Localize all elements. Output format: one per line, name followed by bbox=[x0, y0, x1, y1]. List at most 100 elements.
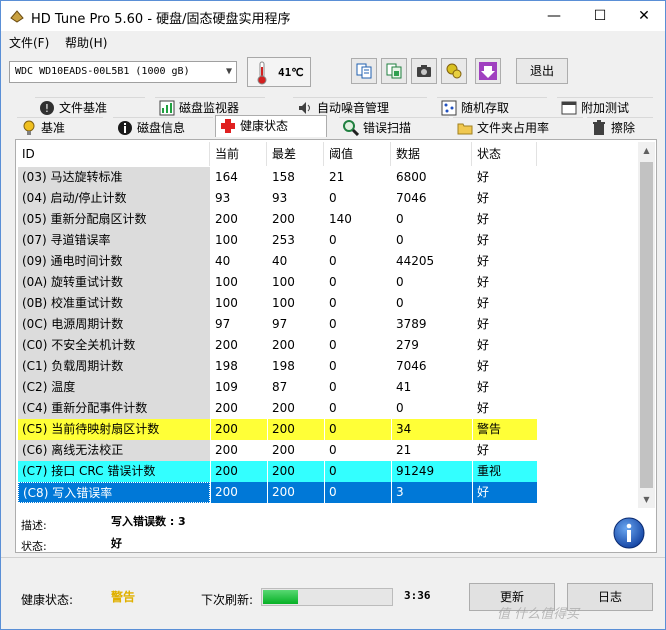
table-row[interactable]: (C0) 不安全关机计数 200 200 0 279 好 bbox=[18, 335, 538, 356]
cell-current: 164 bbox=[215, 170, 238, 184]
drive-select[interactable]: WDC WD10EADS-00L5B1 (1000 gB) ▼ bbox=[9, 61, 237, 83]
next-refresh-label: 下次刷新: bbox=[201, 593, 254, 607]
scroll-down-icon[interactable]: ▼ bbox=[638, 491, 655, 508]
log-button[interactable]: 日志 bbox=[567, 583, 653, 611]
cell-current: 200 bbox=[211, 461, 267, 482]
header-data[interactable]: 数据 bbox=[392, 142, 472, 166]
menu-help[interactable]: 帮助(H) bbox=[65, 34, 107, 51]
table-row[interactable]: (03) 马达旋转标准 164 158 21 6800 好 bbox=[18, 167, 538, 188]
refresh-progress-bar bbox=[261, 588, 393, 606]
app-window: HD Tune Pro 5.60 - 硬盘/固态硬盘实用程序 — ☐ ✕ 文件(… bbox=[0, 0, 666, 630]
cell-id: (C6) 离线无法校正 bbox=[18, 440, 210, 461]
scroll-up-icon[interactable]: ▲ bbox=[638, 142, 655, 159]
refresh-progress-fill bbox=[263, 590, 298, 604]
tab-file-benchmark[interactable]: ! 文件基准 bbox=[35, 97, 145, 117]
tab-folder-usage[interactable]: 文件夹占用率 bbox=[453, 117, 583, 137]
tab-erase[interactable]: 擦除 bbox=[587, 117, 653, 137]
options-button[interactable] bbox=[441, 58, 467, 84]
info-icon[interactable] bbox=[613, 517, 645, 549]
cell-current: 100 bbox=[215, 233, 238, 247]
cell-id: (04) 启动/停止计数 bbox=[18, 188, 210, 209]
cell-status: 好 bbox=[477, 380, 490, 394]
cell-worst: 200 bbox=[268, 461, 324, 482]
table-row[interactable]: (05) 重新分配扇区计数 200 200 140 0 好 bbox=[18, 209, 538, 230]
smart-table[interactable]: ID 当前 最差 阈值 数据 状态 (03) 马达旋转标准 164 158 21 680… bbox=[18, 142, 638, 508]
table-row[interactable]: (0B) 校准重试计数 100 100 0 0 好 bbox=[18, 293, 538, 314]
cell-data: 91249 bbox=[392, 461, 472, 482]
minimize-button[interactable]: — bbox=[531, 1, 577, 31]
cell-data: 0 bbox=[396, 401, 404, 415]
temperature-display: 41℃ bbox=[247, 57, 311, 87]
cell-worst: 200 bbox=[272, 401, 295, 415]
header-status[interactable]: 状态 bbox=[473, 142, 537, 166]
table-row[interactable]: (04) 启动/停止计数 93 93 0 7046 好 bbox=[18, 188, 538, 209]
header-threshold[interactable]: 阈值 bbox=[325, 142, 391, 166]
tab-error-scan[interactable]: 错误扫描 bbox=[339, 117, 449, 137]
menu-file[interactable]: 文件(F) bbox=[9, 34, 49, 51]
tab-label: 文件夹占用率 bbox=[477, 121, 550, 135]
cell-threshold: 0 bbox=[329, 275, 337, 289]
maximize-button[interactable]: ☐ bbox=[577, 1, 623, 31]
scroll-thumb[interactable] bbox=[640, 162, 653, 488]
table-row[interactable]: (C5) 当前待映射扇区计数 200 200 0 34 警告 bbox=[18, 419, 538, 440]
tab-benchmark[interactable]: 基准 bbox=[17, 117, 103, 137]
copy-image-button[interactable] bbox=[381, 58, 407, 84]
header-id[interactable]: ID bbox=[18, 142, 210, 166]
cell-worst: 97 bbox=[272, 317, 288, 331]
copy-text-button[interactable] bbox=[351, 58, 377, 84]
screenshot-button[interactable] bbox=[411, 58, 437, 84]
tab-noise-management[interactable]: 自动噪音管理 bbox=[293, 97, 427, 117]
cell-id: (C7) 接口 CRC 错误计数 bbox=[18, 461, 210, 482]
table-row[interactable]: (C8) 写入错误率 200 200 0 3 好 bbox=[18, 482, 538, 503]
cell-data: 0 bbox=[396, 212, 404, 226]
chevron-down-icon: ▼ bbox=[225, 66, 232, 77]
cell-worst: 198 bbox=[272, 359, 295, 373]
tab-extra-tests[interactable]: 附加测试 bbox=[557, 97, 653, 117]
cell-current: 40 bbox=[215, 254, 231, 268]
cell-worst: 158 bbox=[272, 170, 295, 184]
table-row[interactable]: (09) 通电时间计数 40 40 0 44205 好 bbox=[18, 251, 538, 272]
header-worst[interactable]: 最差 bbox=[268, 142, 324, 166]
cell-data: 0 bbox=[396, 296, 404, 310]
cell-current: 100 bbox=[215, 296, 238, 310]
table-row[interactable]: (C7) 接口 CRC 错误计数 200 200 0 91249 重视 bbox=[18, 461, 538, 482]
copy-image-icon bbox=[386, 63, 402, 79]
tab-health[interactable]: 健康状态 bbox=[215, 115, 327, 137]
header-current[interactable]: 当前 bbox=[211, 142, 267, 166]
cell-status: 好 bbox=[477, 212, 490, 226]
cell-status: 好 bbox=[477, 317, 490, 331]
cell-threshold: 21 bbox=[329, 170, 345, 184]
cell-data: 279 bbox=[396, 338, 419, 352]
table-row[interactable]: (C2) 温度 109 87 0 41 好 bbox=[18, 377, 538, 398]
cell-worst: 100 bbox=[272, 296, 295, 310]
cell-id: (C4) 重新分配事件计数 bbox=[18, 398, 210, 419]
cell-data: 41 bbox=[396, 380, 412, 394]
table-row[interactable]: (0C) 电源周期计数 97 97 0 3789 好 bbox=[18, 314, 538, 335]
cell-current: 200 bbox=[215, 443, 238, 457]
table-row[interactable]: (C1) 负载周期计数 198 198 0 7046 好 bbox=[18, 356, 538, 377]
cell-worst: 87 bbox=[272, 380, 288, 394]
cell-current: 200 bbox=[215, 338, 238, 352]
exit-button[interactable]: 退出 bbox=[516, 58, 568, 84]
table-row[interactable]: (C4) 重新分配事件计数 200 200 0 0 好 bbox=[18, 398, 538, 419]
tab-random-access[interactable]: 随机存取 bbox=[437, 97, 547, 117]
table-row[interactable]: (07) 寻道错误率 100 253 0 0 好 bbox=[18, 230, 538, 251]
table-scrollbar[interactable]: ▲ ▼ bbox=[638, 142, 655, 508]
cell-current: 198 bbox=[215, 359, 238, 373]
table-row[interactable]: (C6) 离线无法校正 200 200 0 21 好 bbox=[18, 440, 538, 461]
cell-worst: 200 bbox=[272, 212, 295, 226]
camera-icon bbox=[417, 65, 431, 77]
cell-status: 好 bbox=[477, 254, 490, 268]
cell-data: 44205 bbox=[396, 254, 435, 268]
cell-current: 100 bbox=[215, 275, 238, 289]
tab-disk-info[interactable]: 磁盘信息 bbox=[113, 117, 213, 137]
save-button[interactable] bbox=[475, 58, 501, 84]
tab-disk-monitor[interactable]: 磁盘监视器 bbox=[155, 97, 265, 117]
speaker-icon bbox=[299, 102, 310, 114]
table-row[interactable]: (0A) 旋转重试计数 100 100 0 0 好 bbox=[18, 272, 538, 293]
close-button[interactable]: ✕ bbox=[621, 1, 666, 31]
cell-threshold: 0 bbox=[325, 461, 391, 482]
cell-worst: 93 bbox=[272, 191, 288, 205]
cell-threshold: 0 bbox=[329, 296, 337, 310]
save-download-icon bbox=[479, 62, 497, 80]
